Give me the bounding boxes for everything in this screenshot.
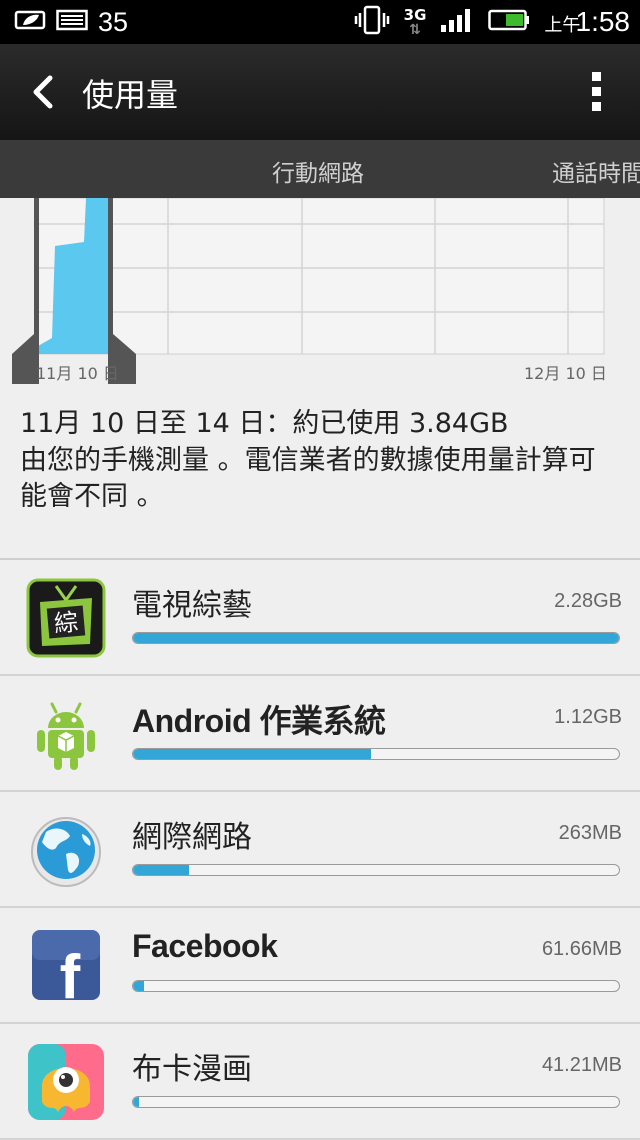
tv-variety-icon: 綜 xyxy=(26,578,106,658)
chart-end-date-label: 12月 10 日 xyxy=(524,364,607,383)
globe-icon xyxy=(26,810,106,890)
image-notification-icon xyxy=(56,8,88,36)
page-title: 使用量 xyxy=(82,76,179,114)
app-name: 布卡漫画 xyxy=(132,1052,252,1087)
leaf-notification-icon xyxy=(14,8,46,36)
app-data-size: 1.12GB xyxy=(554,706,622,728)
app-data-size: 41.21MB xyxy=(541,1054,622,1076)
notification-count: 35 xyxy=(98,6,129,37)
facebook-icon-glyph: f xyxy=(60,943,81,1006)
usage-bar-fill xyxy=(133,1097,139,1107)
chart-plot-area xyxy=(35,198,605,355)
app-row-android-os[interactable]: Android 作業系統 1.12GB xyxy=(0,676,640,792)
usage-summary: 11月 10 日至 14 日：約已使用 3.84GB 由您的手機測量 。電信業者… xyxy=(20,405,620,515)
app-data-size: 263MB xyxy=(558,822,622,844)
app-row-internet[interactable]: 網際網路 263MB xyxy=(0,792,640,908)
app-name: 電視綜藝 xyxy=(132,588,252,623)
tab-call-time[interactable]: 通話時間 xyxy=(552,154,640,188)
usage-bar-fill xyxy=(133,749,372,759)
action-bar: 使用量 xyxy=(0,44,640,140)
tv-variety-icon-glyph: 綜 xyxy=(53,608,79,638)
back-arrow-icon[interactable] xyxy=(26,74,62,110)
android-icon xyxy=(26,694,106,774)
overflow-menu-icon[interactable] xyxy=(592,72,602,112)
facebook-icon: f xyxy=(26,926,106,1012)
vibrate-icon xyxy=(354,5,390,39)
clock-time: 1:58 xyxy=(575,6,631,37)
app-name: Facebook xyxy=(132,928,278,964)
usage-period-total: 11月 10 日至 14 日：約已使用 3.84GB xyxy=(20,408,509,439)
usage-disclaimer: 由您的手機測量 。電信業者的數據使用量計算可能會不同 。 xyxy=(20,445,596,512)
usage-bar-fill xyxy=(133,981,144,991)
network-type-badge: 3G ⇅ xyxy=(404,7,427,38)
app-name: 網際網路 xyxy=(132,820,252,855)
app-data-size: 61.66MB xyxy=(541,938,622,960)
usage-bar-track xyxy=(132,748,620,760)
app-row-buka-manga[interactable]: 布卡漫画 41.21MB xyxy=(0,1024,640,1140)
data-arrows-icon: ⇅ xyxy=(409,21,421,38)
usage-bar-track xyxy=(132,632,620,644)
buka-manga-icon xyxy=(26,1042,106,1122)
status-bar: 35 3G ⇅ 上午 1:58 xyxy=(0,0,640,44)
app-name: Android 作業系統 xyxy=(132,703,386,739)
usage-bar-track xyxy=(132,864,620,876)
chart-start-date-label: 11月 10 日 xyxy=(36,364,119,383)
tab-bar: 行動網路 通話時間 xyxy=(0,140,640,198)
signal-strength-icon xyxy=(440,7,474,37)
usage-bar-track xyxy=(132,1096,620,1108)
app-row-tv-variety[interactable]: 綜 電視綜藝 2.28GB xyxy=(0,560,640,676)
usage-bar-track xyxy=(132,980,620,992)
app-usage-list: 綜 電視綜藝 2.28GB Android 作業系統 1.12GB 網際網路 2… xyxy=(0,560,640,1140)
usage-bar-fill xyxy=(133,633,619,643)
battery-icon xyxy=(488,8,530,36)
range-start-handle[interactable] xyxy=(12,198,39,384)
usage-bar-fill xyxy=(133,865,189,875)
app-row-facebook[interactable]: f Facebook 61.66MB xyxy=(0,908,640,1024)
tab-mobile-network[interactable]: 行動網路 xyxy=(272,154,364,188)
app-data-size: 2.28GB xyxy=(554,590,622,612)
